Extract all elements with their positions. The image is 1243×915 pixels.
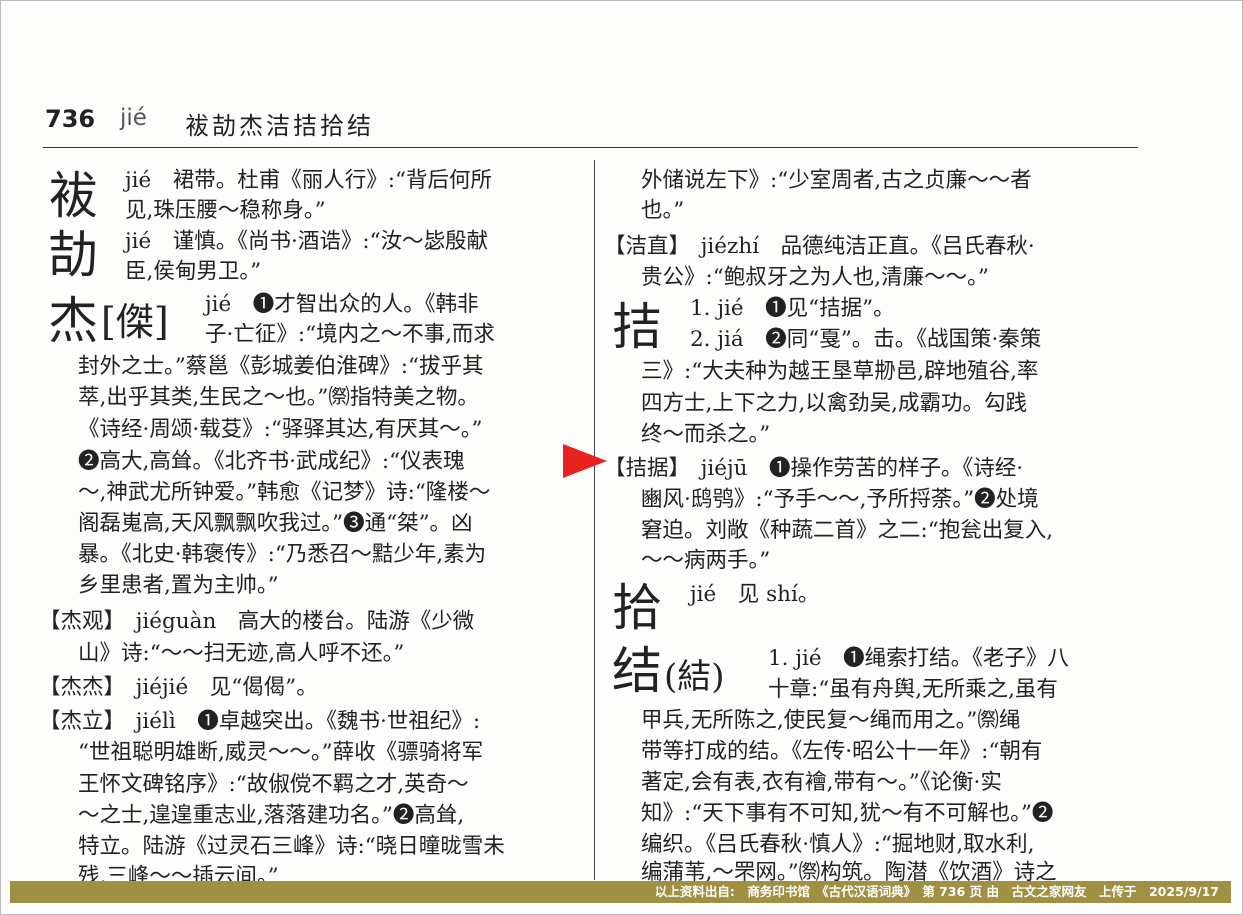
entry-line: jié 裙带。杜甫《丽人行》:“背后何所 bbox=[125, 168, 493, 193]
entry-line: 也。” bbox=[641, 198, 685, 223]
entry-line: 乡里患者,置为主帅。” bbox=[78, 573, 279, 598]
entry-line: 十章:“虽有舟舆,无所乘之,虽有 bbox=[768, 677, 1058, 702]
pointer-arrow-icon bbox=[563, 444, 607, 478]
entry-line: ～,神武尤所钟爱。”韩愈《记梦》诗:“隆楼～ bbox=[78, 480, 491, 505]
entry-line: 窘迫。刘敞《种蔬二首》之二:“抱瓮出复入, bbox=[641, 518, 1054, 543]
entry-line: ～之士,遑遑重志业,落落建功名。”❷高耸, bbox=[78, 803, 465, 828]
entry-line: 《诗经·周颂·载芟》:“驿驿其达,有厌其～。” bbox=[78, 417, 483, 442]
header-pinyin: jié bbox=[120, 105, 147, 131]
page-header: 736 jié 袚劼杰洁拮拾结 bbox=[43, 103, 1138, 148]
entry-line: 著定,会有表,衣有襘,带有～。”《论衡·实 bbox=[641, 770, 1002, 795]
entry-line: ❷高大,高耸。《北齐书·武成纪》:“仪表瑰 bbox=[78, 449, 465, 474]
headword-shi: 拾 bbox=[612, 579, 662, 637]
entry-line: 王怀文碑铭序》:“故俶傥不羁之才,英奇～ bbox=[78, 772, 469, 797]
entry-line: 知》:“天下事有不可知,犹～有不可解也。”❷ bbox=[641, 801, 1054, 826]
entry-line: 【拮据】 jiéjū ❶操作劳苦的样子。《诗经· bbox=[604, 456, 1024, 481]
entry-line: 封外之士。”蔡邕《彭城姜伯淮碑》:“拔乎其 bbox=[78, 354, 484, 379]
headword-jie-knot: 结 bbox=[612, 642, 662, 700]
entry-line: ～～病两手。” bbox=[641, 548, 771, 573]
header-characters: 袚劼杰洁拮拾结 bbox=[185, 112, 374, 140]
entry-line: 【杰杰】 jiéjié 见“偈偈”。 bbox=[39, 675, 318, 700]
entry-line: jié ❶才智出众的人。《韩非 bbox=[205, 292, 479, 317]
entry-line: jié 见 shí。 bbox=[690, 582, 820, 607]
headword-jie-hero: 杰 bbox=[48, 292, 98, 350]
entry-line: 四方士,上下之力,以禽劲吴,成霸功。勾践 bbox=[641, 391, 1028, 416]
entry-line: “世祖聪明雄断,威灵～～。”薛收《骠骑将军 bbox=[78, 740, 484, 765]
entry-line: 2. jiá ❷同“戛”。击。《战国策·秦策 bbox=[690, 327, 1042, 352]
headword-jie-ji: 拮 bbox=[612, 298, 662, 356]
entry-line: 山》诗:“～～扫无迹,高人呼不还。” bbox=[78, 641, 405, 666]
entry-line: 贵公》:“鲍叔牙之为人也,清廉～～。” bbox=[641, 265, 989, 290]
entry-line: 甲兵,无所陈之,使民复～绳而用之。”㉀绳 bbox=[641, 708, 1021, 733]
entry-line: 萃,出乎其类,生民之～也。”㉀指特美之物。 bbox=[78, 385, 479, 410]
entry-line: 1. jié ❶绳索打结。《老子》八 bbox=[768, 646, 1069, 671]
headword-jie-variant: [傑] bbox=[101, 300, 169, 344]
entry-line: jié 谨慎。《尚书·酒诰》:“汝～毖殷献 bbox=[125, 229, 489, 254]
entry-line: 【杰立】 jiélì ❶卓越突出。《魏书·世祖纪》: bbox=[39, 709, 481, 734]
entry-line: 特立。陆游《过灵石三峰》诗:“晓日曈昽雪未 bbox=[78, 834, 505, 859]
source-footer: 以上资料出自: 商务印书馆 《古代汉语词典》 第 736 页 由 古文之家网友 … bbox=[10, 881, 1231, 903]
entry-line: 阁磊嵬高,天风飘飘吹我过。”❸通“桀”。凶 bbox=[78, 511, 473, 536]
entry-line: 暴。《北史·韩褒传》:“乃悉召～黠少年,素为 bbox=[78, 542, 487, 567]
entry-line: 臣,侯甸男卫。” bbox=[125, 259, 262, 284]
entry-line: 终～而杀之。” bbox=[641, 422, 771, 447]
entry-line: 外储说左下》:“少室周者,古之贞廉～～者 bbox=[641, 168, 1032, 193]
entry-line: 见,珠压腰～稳称身。” bbox=[125, 198, 326, 223]
entry-line: 【杰观】 jiéguàn 高大的楼台。陆游《少微 bbox=[39, 609, 475, 634]
entry-line: 子·亡征》:“境内之～不事,而求 bbox=[205, 322, 495, 347]
entry-line: 带等打成的结。《左传·昭公十一年》:“朝有 bbox=[641, 739, 1043, 764]
headword-jie-jin: 劼 bbox=[48, 226, 98, 284]
headword-fu: 袚 bbox=[48, 167, 98, 225]
entry-line: 豳风·鸱鸮》:“予手～～,予所捋荼。”❷处境 bbox=[641, 487, 1039, 512]
headword-jie-knot-variant: (結) bbox=[664, 657, 725, 697]
entry-line: 【洁直】 jiézhí 品德纯洁正直。《吕氏春秋· bbox=[604, 234, 1035, 259]
column-divider bbox=[594, 160, 595, 880]
entry-line: 编织。《吕氏春秋·慎人》:“掘地财,取水利, bbox=[641, 832, 1035, 857]
page-number: 736 bbox=[45, 105, 96, 133]
entry-line: 三》:“大夫种为越王垦草刱邑,辟地殖谷,率 bbox=[641, 359, 1039, 384]
entry-line: 1. jié ❶见“拮据”。 bbox=[690, 296, 895, 321]
